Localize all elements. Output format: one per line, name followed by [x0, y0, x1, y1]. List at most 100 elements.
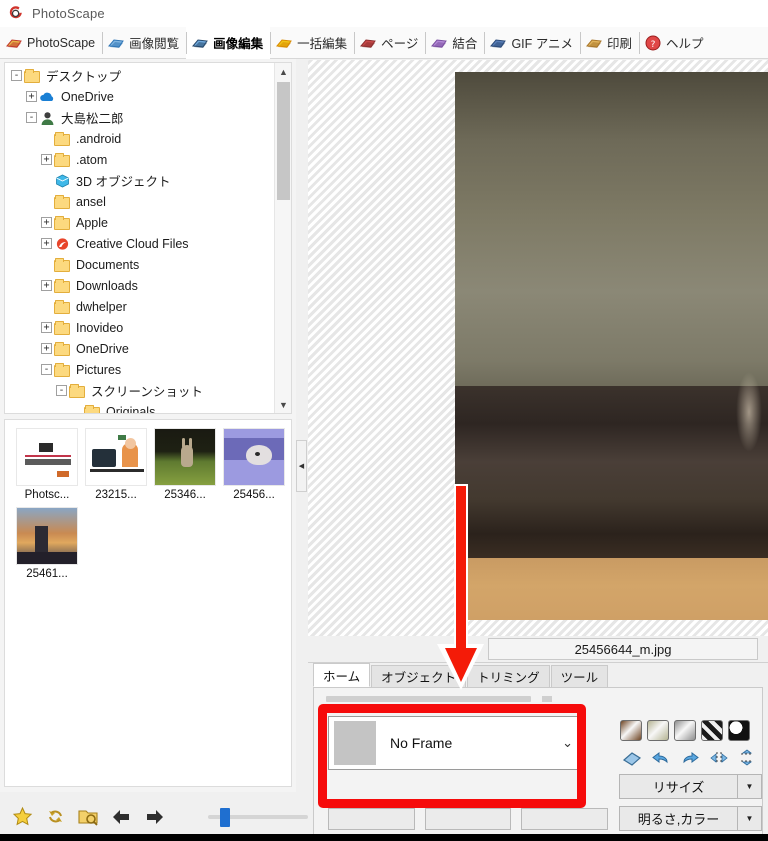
- tree-item[interactable]: - Pictures: [5, 359, 273, 380]
- editor-right-tools: リサイズ ▼ 明るさ,カラー ▼: [616, 714, 768, 841]
- zoom-slider[interactable]: [208, 808, 308, 827]
- main-tab-bar: PhotoScape 画像閲覧 画像編集 一括編集 ページ 結合 GIF アニメ 印刷? ヘルプ: [0, 26, 768, 59]
- tree-item[interactable]: Documents: [5, 254, 273, 275]
- chevron-down-icon[interactable]: ▼: [737, 775, 761, 798]
- tab-6[interactable]: 結合: [425, 27, 484, 59]
- open-folder-icon[interactable]: [76, 805, 101, 829]
- tree-item-label: Downloads: [76, 278, 138, 293]
- tree-expander[interactable]: +: [41, 238, 52, 249]
- chevron-down-icon[interactable]: ⌄: [562, 735, 573, 751]
- effect-slider[interactable]: [326, 696, 531, 702]
- thumbnail-item[interactable]: 25346...: [152, 428, 218, 501]
- editor-tab-label: ツール: [560, 671, 599, 685]
- tree-expander[interactable]: -: [26, 112, 37, 123]
- tree-item[interactable]: Originals: [5, 401, 273, 414]
- tree-item[interactable]: + Creative Cloud Files: [5, 233, 273, 254]
- editor-tab-1[interactable]: ホーム: [313, 663, 371, 687]
- folder-tree-panel[interactable]: - デスクトップ + OneDrive - 大島松二郎 .android + .atom 3D オ…: [4, 62, 292, 414]
- editor-action-button-1[interactable]: [328, 808, 415, 830]
- chevron-up-icon[interactable]: ▲: [275, 63, 291, 80]
- chevron-down-icon[interactable]: ▼: [737, 807, 761, 830]
- editor-tab-4[interactable]: ツール: [550, 665, 609, 687]
- tree-expander[interactable]: +: [41, 280, 52, 291]
- frame-select[interactable]: No Frame ⌄: [328, 716, 586, 770]
- tree-item[interactable]: 3D オブジェクト: [5, 170, 273, 191]
- swatch-gray[interactable]: [674, 720, 696, 741]
- tab-4[interactable]: 一括編集: [270, 27, 354, 59]
- editor-action-button-2[interactable]: [424, 808, 512, 830]
- file-name-field[interactable]: 25456644_m.jpg: [488, 638, 758, 660]
- forward-arrow-icon[interactable]: [142, 805, 167, 829]
- tab-label: 結合: [452, 37, 478, 51]
- tree-item[interactable]: + OneDrive: [5, 86, 273, 107]
- panel-collapse-handle[interactable]: ◀: [296, 440, 307, 492]
- tree-item[interactable]: .android: [5, 128, 273, 149]
- tab-1[interactable]: PhotoScape: [0, 27, 102, 59]
- tree-item-label: OneDrive: [61, 89, 114, 104]
- thumbnail-panel[interactable]: Photsc... 23215... 25346... 25456... 25461..…: [4, 419, 292, 787]
- tab-3[interactable]: 画像編集: [186, 26, 271, 59]
- tab-8[interactable]: 印刷: [580, 27, 639, 59]
- tree-item[interactable]: + OneDrive: [5, 338, 273, 359]
- swatch-brown[interactable]: [620, 720, 642, 741]
- tree-item[interactable]: dwhelper: [5, 296, 273, 317]
- resize-combo-label: リサイズ: [652, 780, 705, 795]
- tree-item-label: .atom: [76, 152, 108, 167]
- photoscape-window: PhotoScape PhotoScape 画像閲覧 画像編集 一括編集 ページ 結合 GI…: [0, 0, 768, 841]
- flip-vertical-icon[interactable]: [737, 748, 759, 767]
- tree-expander[interactable]: +: [41, 322, 52, 333]
- refresh-icon[interactable]: [43, 805, 68, 829]
- favorite-star-icon[interactable]: [10, 805, 35, 829]
- brightness-color-combo[interactable]: 明るさ,カラー ▼: [619, 806, 762, 831]
- thumbnail-item[interactable]: 25461...: [14, 507, 80, 580]
- thumbnail-item[interactable]: 25456...: [221, 428, 287, 501]
- thumbnail-item[interactable]: 23215...: [83, 428, 149, 501]
- tree-item[interactable]: ansel: [5, 191, 273, 212]
- tree-expander[interactable]: +: [41, 154, 52, 165]
- tree-expander[interactable]: +: [26, 91, 37, 102]
- tree-scrollbar[interactable]: ▲ ▼: [274, 63, 291, 413]
- tab-5[interactable]: ページ: [354, 27, 425, 59]
- help-icon: ?: [644, 35, 662, 51]
- tree-expander[interactable]: -: [11, 70, 22, 81]
- tab-9[interactable]: ? ヘルプ: [639, 27, 711, 59]
- flip-horizontal-icon[interactable]: [708, 748, 730, 767]
- image-canvas[interactable]: [308, 60, 768, 636]
- tree-expander[interactable]: -: [56, 385, 67, 396]
- title-bar: PhotoScape: [0, 0, 768, 27]
- tree-expander[interactable]: -: [41, 364, 52, 375]
- tree-item-label: Originals: [106, 404, 156, 414]
- crop-rotate-icon[interactable]: [621, 748, 643, 767]
- style-swatches: [616, 714, 768, 741]
- redo-icon[interactable]: [679, 748, 701, 767]
- tree-item[interactable]: + .atom: [5, 149, 273, 170]
- tree-expander[interactable]: +: [41, 217, 52, 228]
- tree-item-label: Apple: [76, 215, 108, 230]
- tree-expander[interactable]: +: [41, 343, 52, 354]
- tree-item[interactable]: + Inovideo: [5, 317, 273, 338]
- tree-item[interactable]: - スクリーンショット: [5, 380, 273, 401]
- swatch-diagonal[interactable]: [701, 720, 723, 741]
- zoom-slider-knob[interactable]: [220, 808, 230, 827]
- tree-item[interactable]: + Apple: [5, 212, 273, 233]
- tree-item[interactable]: - デスクトップ: [5, 65, 273, 86]
- resize-combo[interactable]: リサイズ ▼: [619, 774, 762, 799]
- undo-icon[interactable]: [650, 748, 672, 767]
- swatch-olive[interactable]: [647, 720, 669, 741]
- down-arrow-annotation: [430, 484, 492, 690]
- tree-scrollbar-thumb[interactable]: [277, 82, 290, 200]
- folder-icon: [54, 341, 71, 356]
- swatch-invert[interactable]: [728, 720, 750, 741]
- thumbnail-item[interactable]: Photsc...: [14, 428, 80, 501]
- folder-icon: [54, 194, 71, 209]
- editor-action-button-3[interactable]: [521, 808, 609, 830]
- tab-2[interactable]: 画像閲覧: [102, 27, 186, 59]
- tree-item[interactable]: + Downloads: [5, 275, 273, 296]
- back-arrow-icon[interactable]: [109, 805, 134, 829]
- tab-label: 一括編集: [297, 37, 348, 51]
- user-icon: [39, 111, 56, 125]
- tab-7[interactable]: GIF アニメ: [484, 27, 580, 59]
- photo-furniture-region: [455, 386, 768, 558]
- tree-item[interactable]: - 大島松二郎: [5, 107, 273, 128]
- chevron-down-icon[interactable]: ▼: [275, 396, 291, 413]
